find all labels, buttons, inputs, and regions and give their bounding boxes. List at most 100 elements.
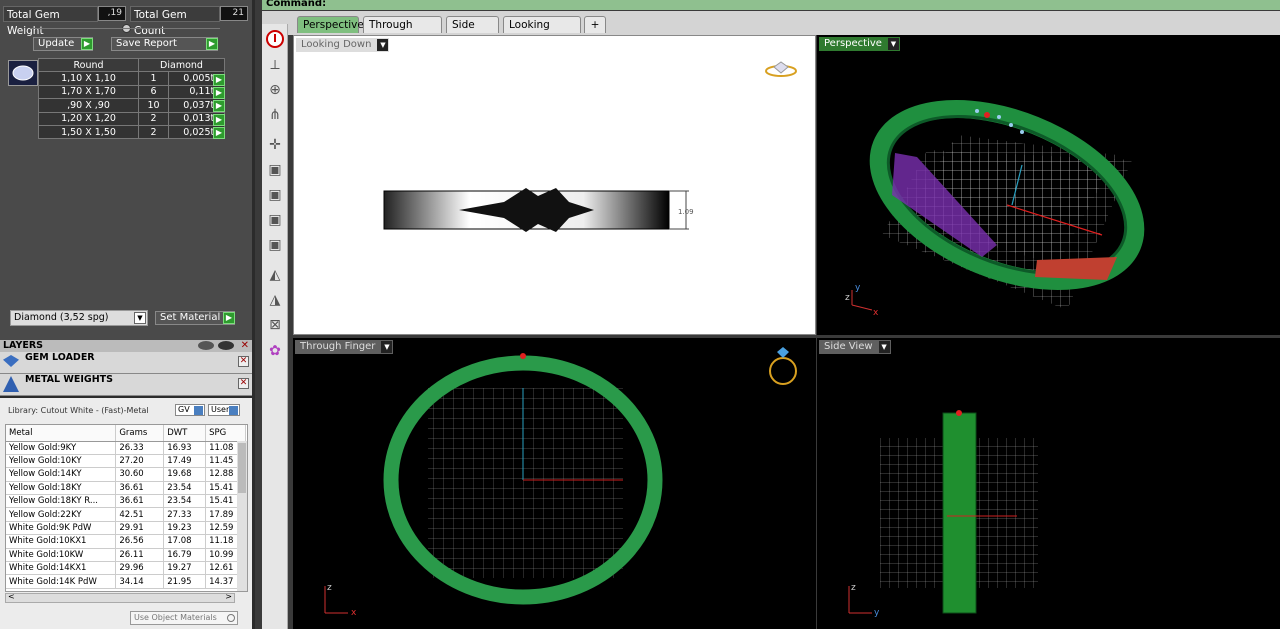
chevron-down-icon: ▼ bbox=[134, 312, 146, 324]
metal-cell: White Gold:14K PdW bbox=[6, 574, 117, 589]
close-icon[interactable]: ✕ bbox=[238, 356, 249, 367]
metal-cell: 21.95 bbox=[163, 574, 207, 589]
add-tab-button[interactable]: + bbox=[584, 16, 606, 33]
left-panel: Total Gem Weight ,19 Total Gem Count 21 … bbox=[0, 0, 255, 629]
gem-loader-icon bbox=[3, 355, 19, 367]
command-label: Command: bbox=[266, 0, 327, 9]
cube-front-icon[interactable]: ▣ bbox=[264, 159, 286, 181]
layer-gem-loader[interactable]: GEM LOADER ✕ bbox=[0, 352, 252, 374]
col-dwt: DWT bbox=[163, 425, 207, 442]
gem-size-cell: ,90 X ,90 bbox=[38, 98, 139, 113]
tab-through-finger[interactable]: Through Finger bbox=[363, 16, 442, 47]
zoom-extents-icon[interactable]: ⊠ bbox=[264, 314, 286, 336]
table-row[interactable]: Yellow Gold:10KY 27.20 17.49 11.45 bbox=[6, 454, 246, 469]
tab-side-view[interactable]: Side View bbox=[446, 16, 499, 47]
gem-row[interactable]: 1,70 X 1,70 6 0,11tw bbox=[38, 84, 225, 100]
molecule-icon[interactable]: ⋔ bbox=[264, 104, 286, 126]
use-object-materials-button[interactable]: Use Object Materials bbox=[130, 611, 238, 625]
axis-z-label: z bbox=[851, 583, 856, 593]
metal-weights-table: Metal Grams DWT SPG Yellow Gold:9KY 26.33… bbox=[5, 424, 248, 592]
gem-table: Round Diamond 1,10 X 1,10 1 0,005tw 1,70 X 1… bbox=[38, 57, 225, 140]
close-icon[interactable]: ✕ bbox=[241, 340, 249, 352]
viewport-side-view[interactable]: Side View ▼ z y bbox=[817, 338, 1280, 629]
update-button[interactable]: Update ▶ bbox=[33, 37, 93, 51]
gems-icon[interactable]: ✿ bbox=[264, 340, 286, 362]
play-icon: ▶ bbox=[206, 38, 218, 50]
material-select[interactable]: Diamond (3,52 spg) ▼ bbox=[10, 310, 148, 326]
eye-toggle-icon[interactable] bbox=[218, 341, 234, 350]
round-gem-icon[interactable] bbox=[8, 60, 38, 86]
table-row[interactable]: Yellow Gold:18KY 36.61 23.54 15.41 bbox=[6, 481, 246, 496]
metal-cell: 26.33 bbox=[115, 441, 165, 455]
dimension-label: 1.09 bbox=[678, 208, 694, 216]
ring-front-view: z x bbox=[324, 347, 797, 618]
table-row[interactable]: Yellow Gold:18KY R... 36.61 23.54 15.41 bbox=[6, 494, 246, 509]
user-selector[interactable]: User bbox=[208, 404, 240, 416]
table-row[interactable]: White Gold:9K PdW 29.91 19.23 12.59 bbox=[6, 521, 246, 536]
cube-top-icon[interactable]: ▣ bbox=[264, 209, 286, 231]
vertical-scrollbar[interactable] bbox=[237, 441, 247, 591]
gem-count-cell: 6 bbox=[138, 84, 169, 100]
table-row[interactable]: White Gold:14KX1 29.96 19.27 12.61 bbox=[6, 561, 246, 576]
chevron-right-icon: > bbox=[225, 592, 232, 601]
gem-size-cell: 1,10 X 1,10 bbox=[38, 71, 139, 86]
metal-cell: 17.08 bbox=[163, 534, 207, 549]
gem-row[interactable]: 1,10 X 1,10 1 0,005tw bbox=[38, 71, 225, 86]
layer-metal-weights[interactable]: METAL WEIGHTS ✕ bbox=[0, 374, 252, 396]
plane-icon[interactable]: ⟂ bbox=[264, 54, 286, 76]
render-icon[interactable]: ◭ bbox=[264, 264, 286, 286]
gem-size-cell: 1,20 X 1,20 bbox=[38, 111, 139, 126]
table-row[interactable]: White Gold:10KW 26.11 16.79 10.99 bbox=[6, 548, 246, 563]
table-row[interactable]: White Gold:14K PdW 34.14 21.95 14.37 bbox=[6, 574, 246, 589]
gem-row-play-icon[interactable]: ▶ bbox=[213, 87, 225, 99]
gv-selector[interactable]: GV bbox=[175, 404, 205, 416]
axis-z-label: z bbox=[327, 583, 332, 593]
col-metal: Metal bbox=[6, 425, 117, 442]
table-row[interactable]: Yellow Gold:22KY 42.51 27.33 17.89 bbox=[6, 507, 246, 522]
metal-cell: Yellow Gold:9KY bbox=[6, 441, 117, 455]
viewport-perspective[interactable]: Perspective ▼ y z x bbox=[817, 35, 1280, 335]
user-label: User bbox=[211, 405, 230, 414]
layers-header: LAYERS ✕ bbox=[0, 340, 252, 352]
shade-icon[interactable]: ◮ bbox=[264, 289, 286, 311]
tab-looking-down[interactable]: Looking Down bbox=[503, 16, 581, 47]
layer-label: METAL WEIGHTS bbox=[25, 374, 113, 385]
eye-icon[interactable] bbox=[198, 341, 214, 350]
tab-perspective[interactable]: Perspective bbox=[297, 16, 364, 33]
total-gem-count-value: 21 bbox=[220, 6, 248, 21]
cube-side-icon[interactable]: ▣ bbox=[264, 184, 286, 206]
gem-row[interactable]: 1,50 X 1,50 2 0,025tw bbox=[38, 124, 225, 140]
metal-cell: 26.56 bbox=[115, 534, 165, 549]
axis-x-label: x bbox=[351, 608, 357, 618]
stop-icon[interactable] bbox=[264, 28, 286, 50]
set-material-button[interactable]: Set Material ▶ bbox=[155, 311, 235, 325]
save-report-button[interactable]: Save Report ▶ bbox=[111, 37, 218, 51]
gem-row-play-icon[interactable]: ▶ bbox=[213, 114, 225, 126]
gem-row[interactable]: 1,20 X 1,20 2 0,013tw bbox=[38, 111, 225, 126]
cube-perspective-icon[interactable]: ▣ bbox=[264, 234, 286, 256]
col-grams: Grams bbox=[115, 425, 165, 442]
scroll-thumb[interactable] bbox=[238, 443, 246, 493]
table-row[interactable]: White Gold:10KX1 26.56 17.08 11.18 bbox=[6, 534, 246, 549]
gem-col-diamond: Diamond bbox=[138, 57, 225, 73]
slider-track bbox=[30, 28, 220, 29]
gem-row-play-icon[interactable]: ▶ bbox=[213, 74, 225, 86]
gem-row-play-icon[interactable]: ▶ bbox=[213, 100, 225, 112]
info-icon bbox=[229, 406, 238, 415]
close-icon[interactable]: ✕ bbox=[238, 378, 249, 389]
viewport-through-finger[interactable]: Through Finger ▼ z x bbox=[293, 338, 816, 629]
metal-cell: 26.11 bbox=[115, 548, 165, 563]
metal-cell: White Gold:10KX1 bbox=[6, 534, 117, 549]
viewport-looking-down[interactable]: Looking Down ▼ 1.09 bbox=[293, 35, 816, 335]
table-row[interactable]: Yellow Gold:9KY 26.33 16.93 11.08 bbox=[6, 441, 246, 455]
axis-icon[interactable]: ✛ bbox=[264, 134, 286, 156]
table-row[interactable]: Yellow Gold:14KY 30.60 19.68 12.88 bbox=[6, 467, 246, 482]
axis-x-label: x bbox=[873, 308, 879, 318]
gem-row[interactable]: ,90 X ,90 10 0,037tw bbox=[38, 98, 225, 113]
info-icon bbox=[194, 406, 203, 415]
gem-row-play-icon[interactable]: ▶ bbox=[213, 127, 225, 139]
command-bar[interactable]: Command: bbox=[262, 0, 1280, 10]
horizontal-scrollbar[interactable]: < > bbox=[5, 592, 235, 603]
axis-y-label: y bbox=[874, 608, 880, 618]
globe-icon[interactable]: ⊕ bbox=[264, 79, 286, 101]
